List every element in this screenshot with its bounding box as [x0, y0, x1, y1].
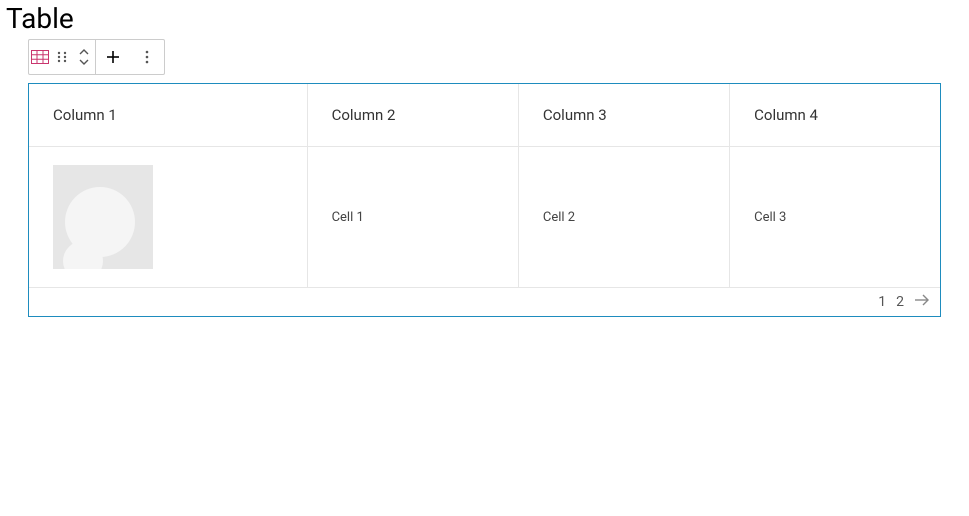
table-block[interactable]: Column 1 Column 2 Column 3 Column 4 Cell…: [28, 83, 941, 317]
column-header[interactable]: Column 3: [518, 84, 729, 147]
data-table: Column 1 Column 2 Column 3 Column 4 Cell…: [29, 84, 940, 288]
drag-handle-button[interactable]: [51, 40, 73, 74]
move-up-down-button[interactable]: [73, 40, 95, 74]
toolbar-group-block: [29, 40, 95, 74]
arrow-right-icon: [914, 294, 930, 310]
more-options-button[interactable]: [130, 40, 164, 74]
block-toolbar: [28, 39, 165, 75]
table-cell[interactable]: Cell 2: [518, 147, 729, 288]
block-title: Table: [0, 0, 969, 35]
table-header-row: Column 1 Column 2 Column 3 Column 4: [29, 84, 940, 147]
table-icon: [31, 50, 49, 64]
column-header[interactable]: Column 1: [29, 84, 307, 147]
move-up-down-icon: [79, 48, 89, 66]
drag-handle-icon: [57, 50, 67, 64]
pagination-page[interactable]: 1: [878, 294, 886, 310]
pagination-next-button[interactable]: [914, 294, 930, 310]
table-cell[interactable]: Cell 3: [730, 147, 940, 288]
pagination-page[interactable]: 2: [896, 294, 904, 310]
avatar-placeholder: [53, 165, 153, 269]
table-cell-avatar[interactable]: [29, 147, 307, 288]
table-block-icon-button[interactable]: [29, 40, 51, 74]
pagination: 1 2: [29, 288, 940, 316]
table-row: Cell 1 Cell 2 Cell 3: [29, 147, 940, 288]
add-button[interactable]: [96, 40, 130, 74]
toolbar-group-add: [95, 40, 164, 74]
column-header[interactable]: Column 2: [307, 84, 518, 147]
plus-icon: [106, 50, 120, 64]
more-icon: [145, 50, 149, 64]
column-header[interactable]: Column 4: [730, 84, 940, 147]
table-cell[interactable]: Cell 1: [307, 147, 518, 288]
